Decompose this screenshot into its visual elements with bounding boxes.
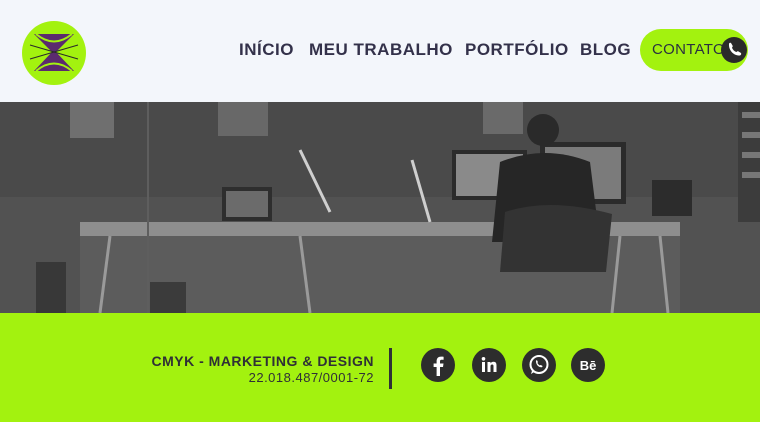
- linkedin-link[interactable]: [472, 348, 506, 382]
- nav-item-inicio[interactable]: INÍCIO: [239, 38, 294, 62]
- linkedin-icon: [481, 357, 497, 372]
- svg-text:Bē: Bē: [580, 358, 597, 373]
- whatsapp-link[interactable]: [522, 348, 556, 382]
- office-illustration: [0, 102, 760, 313]
- facebook-icon: [433, 356, 444, 376]
- behance-link[interactable]: Bē: [571, 348, 605, 382]
- whatsapp-icon: [529, 355, 549, 374]
- footer-divider: [389, 348, 392, 389]
- hourglass-logo-icon: [29, 33, 79, 72]
- contact-button[interactable]: CONTATO: [640, 29, 748, 71]
- nav-item-portfolio[interactable]: PORTFÓLIO: [465, 38, 569, 62]
- nav-item-meu-trabalho[interactable]: MEU TRABALHO: [309, 38, 453, 62]
- footer-company-name: CMYK - MARKETING & DESIGN: [151, 353, 374, 369]
- contact-button-label: CONTATO: [652, 41, 725, 58]
- site-header: INÍCIO MEU TRABALHO PORTFÓLIO BLOG CONTA…: [0, 0, 760, 102]
- nav-item-blog[interactable]: BLOG: [580, 38, 631, 62]
- phone-icon: [721, 37, 747, 63]
- site-footer: CMYK - MARKETING & DESIGN 22.018.487/000…: [0, 313, 760, 422]
- facebook-link[interactable]: [421, 348, 455, 382]
- logo[interactable]: [22, 21, 86, 85]
- behance-icon: Bē: [580, 358, 597, 373]
- footer-cnpj: 22.018.487/0001-72: [248, 370, 374, 385]
- hero-office-photo: [0, 102, 760, 313]
